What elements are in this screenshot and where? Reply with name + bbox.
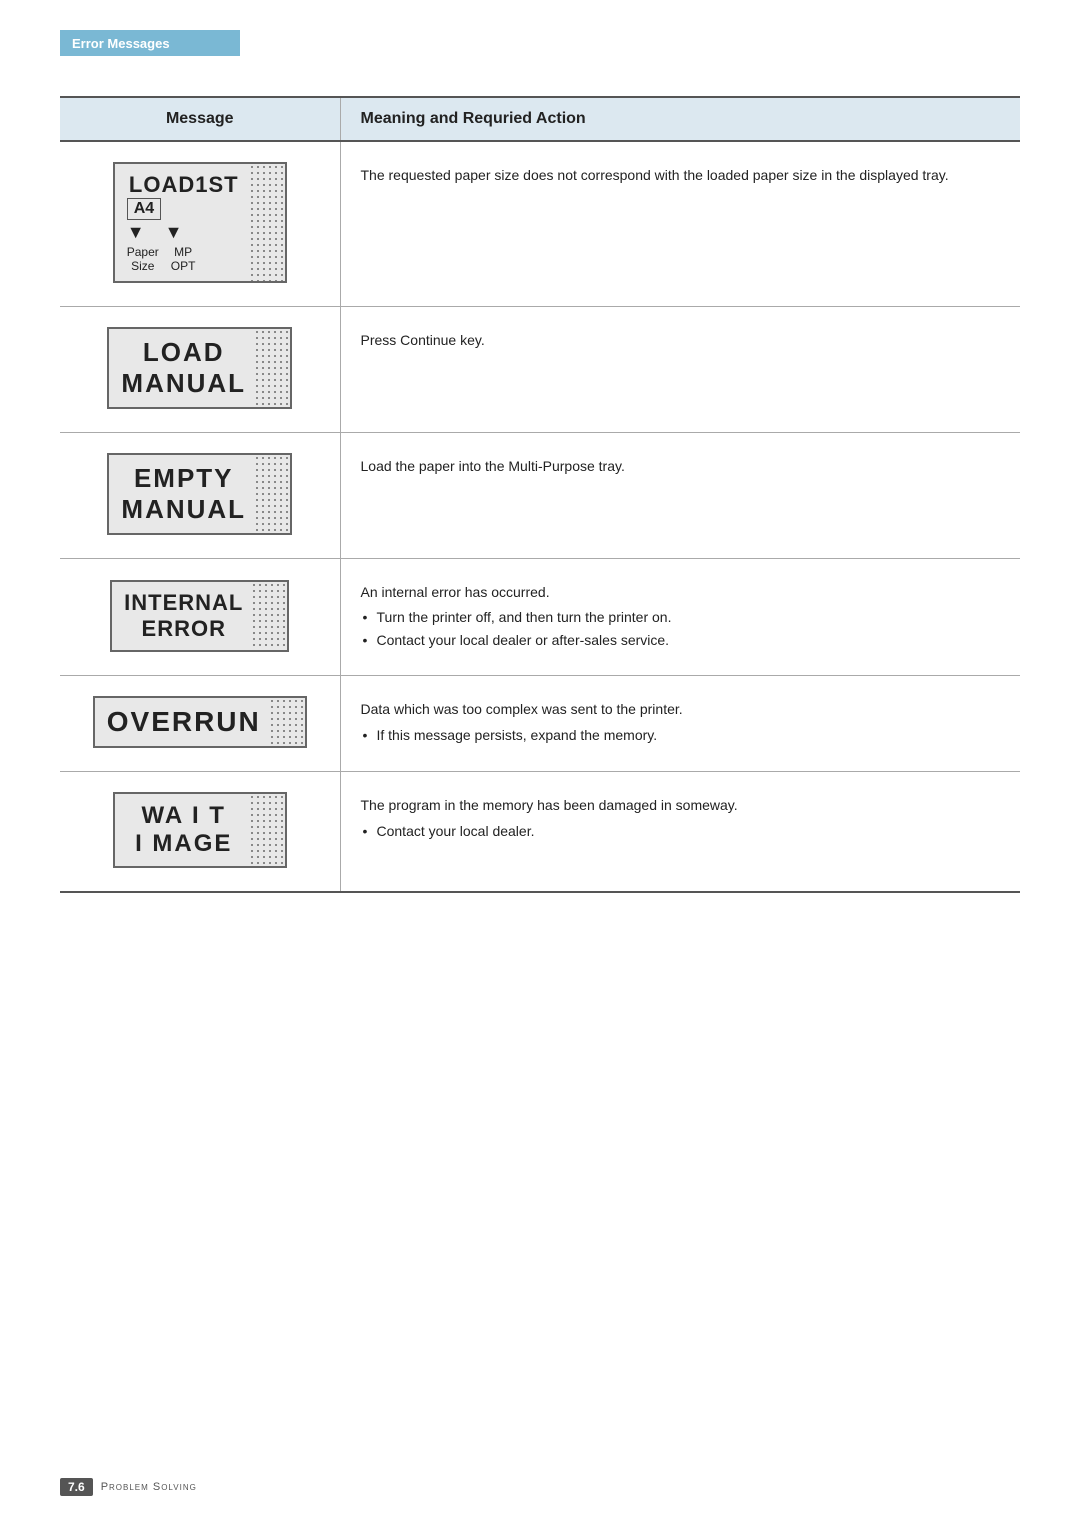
- lcd-dot-overlay: [269, 698, 305, 746]
- chapter-label: Problem Solving: [101, 1481, 197, 1493]
- page-footer: 7.6 Problem Solving: [60, 1478, 197, 1496]
- meaning-text: Press Continue key.: [361, 332, 485, 348]
- lcd-display-overrun: OVERRUN: [93, 696, 307, 748]
- error-messages-table: Message Meaning and Requried Action LOAD…: [60, 96, 1020, 893]
- lcd-line2: MANUAL: [121, 494, 246, 525]
- lcd-arrow1: ▼: [127, 222, 145, 243]
- lcd-dot-overlay: [254, 455, 290, 533]
- lcd-line1: LOAD: [121, 337, 246, 368]
- table-row: WA I T I MAGE The program in the memory …: [60, 772, 1020, 893]
- list-item: Contact your local dealer or after-sales…: [361, 630, 1001, 651]
- action-list: Turn the printer off, and then turn the …: [361, 607, 1001, 651]
- meaning-text: Data which was too complex was sent to t…: [361, 698, 1001, 720]
- meaning-text: The requested paper size does not corres…: [361, 167, 949, 183]
- lcd-label-mp: MP: [171, 245, 196, 259]
- message-cell-wait-image: WA I T I MAGE: [60, 772, 340, 893]
- lcd-display-load-manual: LOAD MANUAL: [107, 327, 292, 409]
- meaning-cell-internal-error: An internal error has occurred. Turn the…: [340, 559, 1020, 676]
- meaning-cell-overrun: Data which was too complex was sent to t…: [340, 676, 1020, 772]
- meaning-cell-empty-manual: Load the paper into the Multi-Purpose tr…: [340, 433, 1020, 559]
- message-cell-load1st: LOAD1ST A4 ▼ ▼ Paper Siz: [60, 141, 340, 307]
- lcd-line1: LOAD1ST: [127, 172, 241, 198]
- list-item: Turn the printer off, and then turn the …: [361, 607, 1001, 628]
- lcd-display-internal-error: INTERNAL ERROR: [110, 580, 289, 652]
- message-cell-empty-manual: EMPTY MANUAL: [60, 433, 340, 559]
- list-item: Contact your local dealer.: [361, 821, 1001, 842]
- lcd-display-load1st: LOAD1ST A4 ▼ ▼ Paper Siz: [113, 162, 287, 283]
- list-item: If this message persists, expand the mem…: [361, 725, 1001, 746]
- table-row: EMPTY MANUAL Load the paper into the Mul…: [60, 433, 1020, 559]
- meaning-text: Load the paper into the Multi-Purpose tr…: [361, 458, 625, 474]
- lcd-line2: MANUAL: [121, 368, 246, 399]
- message-cell-load-manual: LOAD MANUAL: [60, 307, 340, 433]
- table-row: INTERNAL ERROR An internal error has occ…: [60, 559, 1020, 676]
- meaning-cell-wait-image: The program in the memory has been damag…: [340, 772, 1020, 893]
- table-row: OVERRUN Data which was too complex was s…: [60, 676, 1020, 772]
- lcd-label-opt: OPT: [171, 259, 196, 273]
- meaning-text: The program in the memory has been damag…: [361, 794, 1001, 816]
- table-row: LOAD MANUAL Press Continue key.: [60, 307, 1020, 433]
- table-row: LOAD1ST A4 ▼ ▼ Paper Siz: [60, 141, 1020, 307]
- lcd-dot-overlay: [249, 794, 285, 866]
- lcd-a4: A4: [127, 198, 161, 220]
- lcd-line1: OVERRUN: [107, 706, 261, 738]
- meaning-text: An internal error has occurred.: [361, 581, 1001, 603]
- meaning-cell-load-manual: Press Continue key.: [340, 307, 1020, 433]
- page-number-badge: 7.6: [60, 1478, 93, 1496]
- section-header: Error Messages: [60, 30, 240, 56]
- lcd-line2: I MAGE: [127, 830, 241, 858]
- col-message: Message: [60, 97, 340, 141]
- lcd-dot-overlay: [254, 329, 290, 407]
- lcd-line1: INTERNAL: [124, 590, 243, 616]
- message-cell-internal-error: INTERNAL ERROR: [60, 559, 340, 676]
- col-meaning: Meaning and Requried Action: [340, 97, 1020, 141]
- lcd-label-paper: Paper: [127, 245, 159, 259]
- lcd-line2: ERROR: [124, 616, 243, 642]
- header-label: Error Messages: [72, 36, 170, 51]
- lcd-dot-overlay: [251, 582, 287, 650]
- lcd-line1: EMPTY: [121, 463, 246, 494]
- action-list: Contact your local dealer.: [361, 821, 1001, 842]
- action-list: If this message persists, expand the mem…: [361, 725, 1001, 746]
- lcd-display-empty-manual: EMPTY MANUAL: [107, 453, 292, 535]
- lcd-label-size: Size: [127, 259, 159, 273]
- message-cell-overrun: OVERRUN: [60, 676, 340, 772]
- lcd-arrow2: ▼: [165, 222, 183, 243]
- lcd-dot-overlay: [249, 164, 285, 281]
- lcd-line1: WA I T: [127, 802, 241, 830]
- meaning-cell-load1st: The requested paper size does not corres…: [340, 141, 1020, 307]
- lcd-display-wait-image: WA I T I MAGE: [113, 792, 287, 868]
